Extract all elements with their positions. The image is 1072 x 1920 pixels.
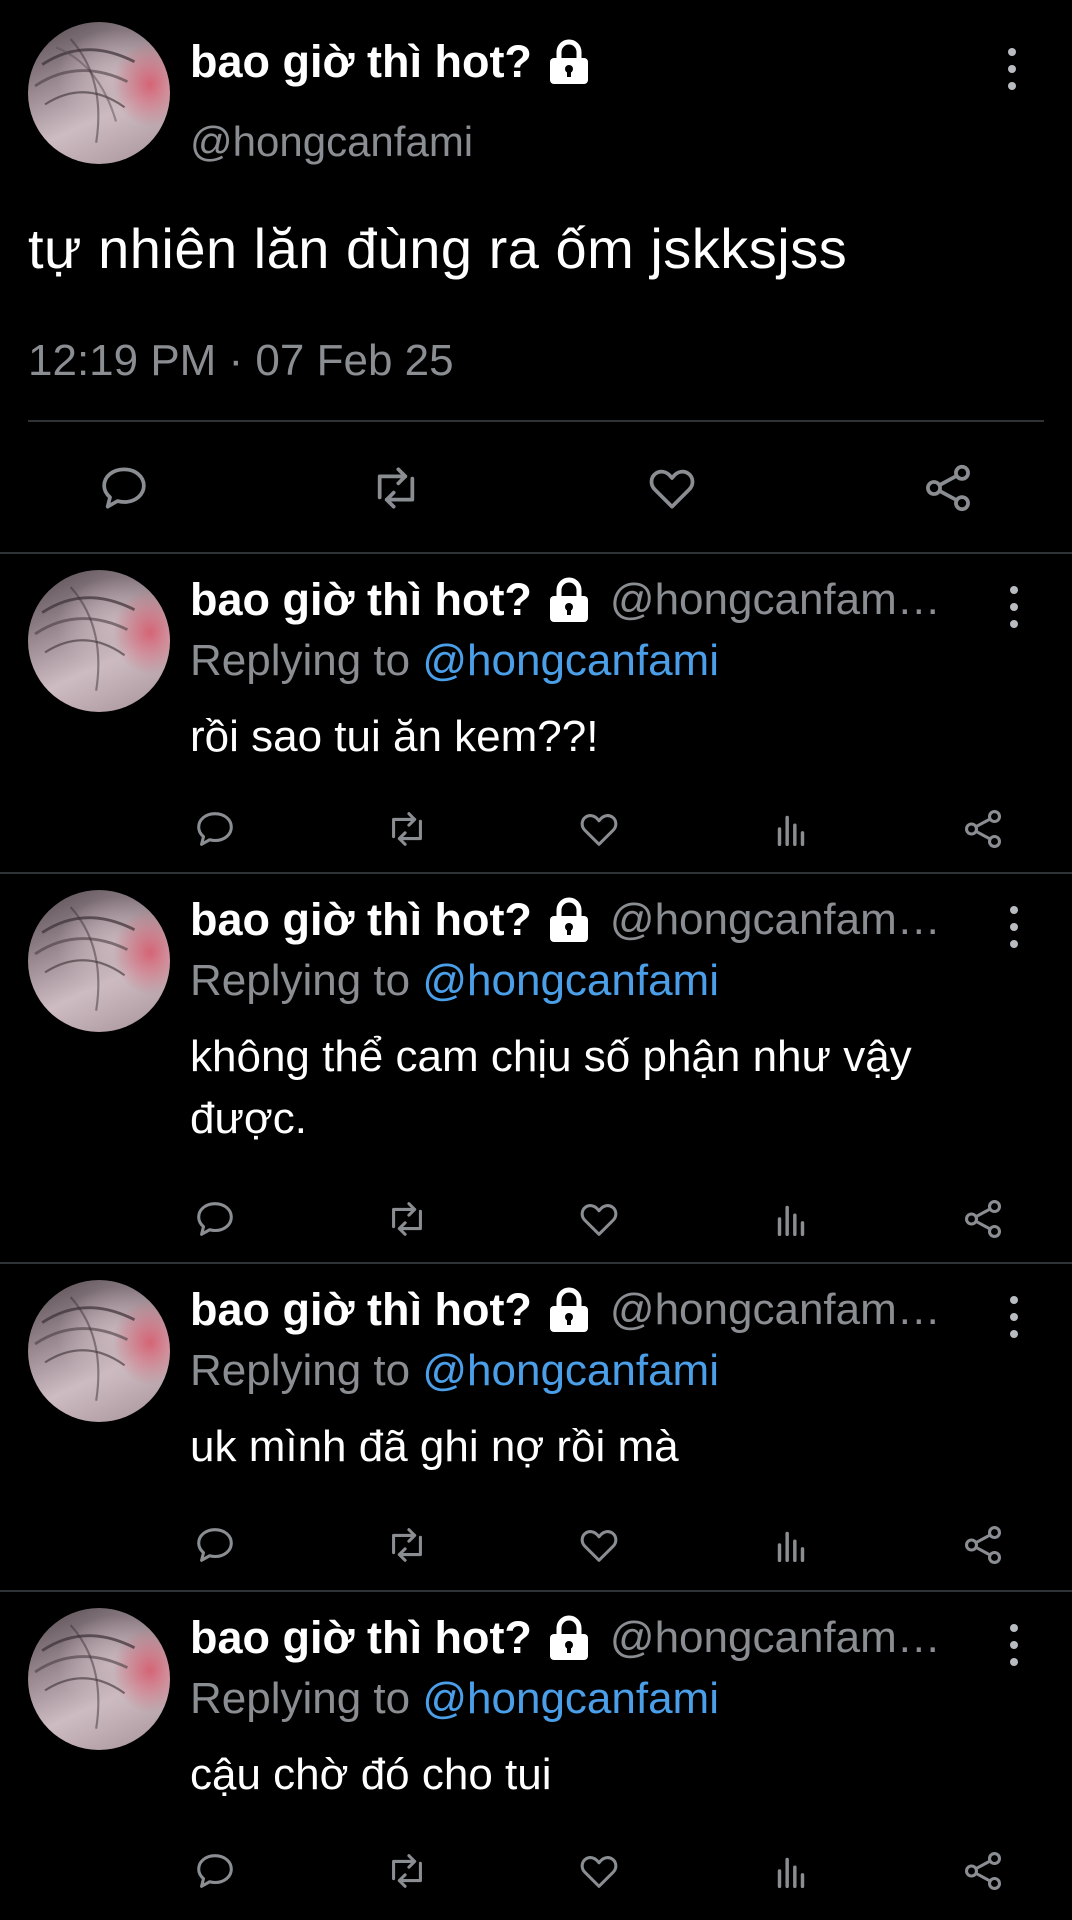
display-name[interactable]: bao giờ thì hot? — [190, 1612, 532, 1664]
views-icon[interactable] — [768, 1522, 814, 1568]
main-tweet: bao giờ thì hot? @hongcanfami tự nhiên l… — [0, 0, 1072, 554]
replying-prefix: Replying to — [190, 1346, 411, 1395]
avatar[interactable] — [28, 570, 170, 712]
reply-header: bao giờ thì hot? @hongcanfam… — [190, 574, 990, 626]
replying-to: Replying to @hongcanfami — [190, 1346, 719, 1396]
reply-text: uk mình đã ghi nợ rồi mà — [190, 1422, 679, 1471]
reply-icon[interactable] — [192, 1522, 238, 1568]
reply-tweet[interactable]: bao giờ thì hot? @hongcanfam… Replying t… — [0, 554, 1072, 872]
avatar[interactable] — [28, 1608, 170, 1750]
reply-icon[interactable] — [192, 806, 238, 852]
display-name[interactable]: bao giờ thì hot? — [190, 1284, 532, 1336]
reply-actions — [0, 806, 1072, 856]
reply-icon[interactable] — [192, 1848, 238, 1894]
replying-to: Replying to @hongcanfami — [190, 1674, 719, 1724]
replying-to: Replying to @hongcanfami — [190, 956, 719, 1006]
mention-link[interactable]: @hongcanfami — [422, 636, 719, 685]
more-icon[interactable] — [1000, 48, 1024, 90]
reply-header: bao giờ thì hot? @hongcanfam… — [190, 894, 990, 946]
retweet-icon[interactable] — [384, 1848, 430, 1894]
user-handle[interactable]: @hongcanfam… — [610, 895, 990, 945]
reply-header: bao giờ thì hot? @hongcanfam… — [190, 1612, 990, 1664]
replying-to: Replying to @hongcanfami — [190, 636, 719, 686]
display-name[interactable]: bao giờ thì hot? — [190, 894, 532, 946]
like-icon[interactable] — [644, 460, 700, 516]
lock-icon — [549, 577, 588, 622]
display-name-text: bao giờ thì hot? — [190, 36, 532, 87]
lock-icon — [549, 1287, 588, 1332]
more-icon[interactable] — [1002, 1624, 1026, 1666]
share-icon[interactable] — [960, 806, 1006, 852]
user-handle[interactable]: @hongcanfami — [190, 118, 473, 166]
reply-tweet[interactable]: bao giờ thì hot? @hongcanfam… Replying t… — [0, 1592, 1072, 1920]
replying-prefix: Replying to — [190, 956, 411, 1005]
reply-tweet[interactable]: bao giờ thì hot? @hongcanfam… Replying t… — [0, 1264, 1072, 1590]
share-icon[interactable] — [920, 460, 976, 516]
views-icon[interactable] — [768, 1196, 814, 1242]
more-icon[interactable] — [1002, 586, 1026, 628]
avatar[interactable] — [28, 22, 170, 164]
more-icon[interactable] — [1002, 906, 1026, 948]
reply-header: bao giờ thì hot? @hongcanfam… — [190, 1284, 990, 1336]
timestamp: 12:19 PM · 07 Feb 25 — [28, 336, 454, 385]
retweet-icon[interactable] — [384, 806, 430, 852]
like-icon[interactable] — [576, 1848, 622, 1894]
display-name[interactable]: bao giờ thì hot? — [190, 574, 532, 626]
share-icon[interactable] — [960, 1196, 1006, 1242]
reply-actions — [0, 1848, 1072, 1898]
reply-text: rồi sao tui ăn kem??! — [190, 712, 599, 761]
share-icon[interactable] — [960, 1848, 1006, 1894]
lock-icon — [549, 39, 588, 84]
user-handle[interactable]: @hongcanfam… — [610, 575, 990, 625]
share-icon[interactable] — [960, 1522, 1006, 1568]
avatar[interactable] — [28, 890, 170, 1032]
like-icon[interactable] — [576, 1196, 622, 1242]
tweet-text: tự nhiên lăn đùng ra ốm jskksjss — [28, 217, 848, 280]
more-icon[interactable] — [1002, 1296, 1026, 1338]
retweet-icon[interactable] — [384, 1196, 430, 1242]
like-icon[interactable] — [576, 1522, 622, 1568]
reply-text: cậu chờ đó cho tui — [190, 1750, 552, 1799]
reply-text: không thể cam chịu số phận như vậy được. — [190, 1032, 912, 1143]
mention-link[interactable]: @hongcanfami — [422, 956, 719, 1005]
views-icon[interactable] — [768, 1848, 814, 1894]
divider — [28, 420, 1044, 422]
replying-prefix: Replying to — [190, 636, 411, 685]
display-name[interactable]: bao giờ thì hot? — [190, 36, 594, 88]
views-icon[interactable] — [768, 806, 814, 852]
mention-link[interactable]: @hongcanfami — [422, 1346, 719, 1395]
retweet-icon[interactable] — [384, 1522, 430, 1568]
replying-prefix: Replying to — [190, 1674, 411, 1723]
retweet-icon[interactable] — [368, 460, 424, 516]
user-handle[interactable]: @hongcanfam… — [610, 1285, 990, 1335]
tweet-thread: bao giờ thì hot? @hongcanfami tự nhiên l… — [0, 0, 1072, 1920]
like-icon[interactable] — [576, 806, 622, 852]
user-handle[interactable]: @hongcanfam… — [610, 1613, 990, 1663]
lock-icon — [549, 897, 588, 942]
reply-actions — [0, 1196, 1072, 1246]
reply-icon[interactable] — [96, 460, 152, 516]
mention-link[interactable]: @hongcanfami — [422, 1674, 719, 1723]
reply-icon[interactable] — [192, 1196, 238, 1242]
reply-actions — [0, 1522, 1072, 1572]
avatar[interactable] — [28, 1280, 170, 1422]
reply-tweet[interactable]: bao giờ thì hot? @hongcanfam… Replying t… — [0, 874, 1072, 1262]
lock-icon — [549, 1615, 588, 1660]
